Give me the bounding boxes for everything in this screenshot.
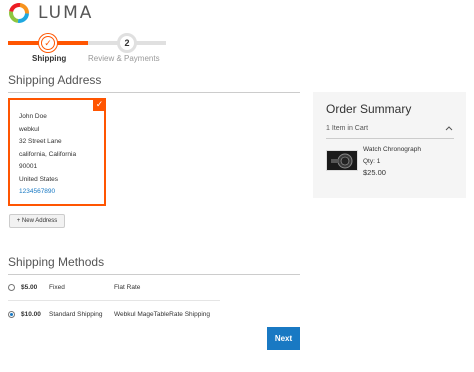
product-name: Watch Chronograph bbox=[363, 146, 421, 153]
order-summary-title: Order Summary bbox=[326, 102, 412, 116]
address-phone-link[interactable]: 1234567890 bbox=[19, 186, 104, 199]
shipping-price: $5.00 bbox=[21, 283, 38, 291]
product-price: $25.00 bbox=[363, 168, 386, 177]
product-image bbox=[326, 150, 358, 171]
checkout-progress: ✓ 2 Shipping Review & Payments bbox=[8, 33, 168, 64]
step-shipping-label: Shipping bbox=[32, 54, 67, 63]
address-country: United States bbox=[19, 175, 59, 183]
step-shipping-marker[interactable]: ✓ bbox=[39, 34, 57, 52]
order-summary-panel: Order Summary 1 Item in Cart Watch Chron… bbox=[313, 92, 466, 198]
checkmark-icon: ✓ bbox=[93, 98, 106, 111]
selected-address-card[interactable]: ✓ John Doe webkul 32 Street Lane califor… bbox=[8, 98, 106, 206]
step-review-marker[interactable]: 2 bbox=[117, 33, 137, 53]
address-postcode: 90001 bbox=[19, 163, 38, 170]
shipping-method-row[interactable]: $5.00 Fixed Flat Rate bbox=[8, 280, 220, 294]
luma-logo-icon bbox=[9, 3, 29, 23]
product-qty: Qty: 1 bbox=[363, 158, 381, 165]
shipping-carrier-name: Flat Rate bbox=[114, 283, 141, 291]
divider bbox=[326, 138, 454, 139]
shipping-method-radio-tablerate[interactable] bbox=[8, 310, 15, 318]
next-button[interactable]: Next bbox=[267, 327, 300, 350]
address-city-region: california, California bbox=[19, 150, 77, 158]
step-review-label[interactable]: Review & Payments bbox=[88, 54, 160, 63]
shipping-method-name: Standard Shipping bbox=[49, 310, 103, 318]
items-in-cart-toggle[interactable]: 1 Item in Cart bbox=[326, 125, 368, 132]
shipping-method-name: Fixed bbox=[49, 283, 65, 291]
chevron-up-icon[interactable] bbox=[445, 124, 453, 133]
shipping-method-radio-flatrate[interactable] bbox=[8, 283, 15, 291]
shipping-address-title: Shipping Address bbox=[8, 73, 102, 87]
brand-name: LUMA bbox=[38, 3, 94, 23]
shipping-price: $10.00 bbox=[21, 310, 41, 318]
checkmark-icon: ✓ bbox=[42, 37, 54, 49]
shipping-carrier-name: Webkul MageTableRate Shipping bbox=[114, 310, 210, 318]
address-street: 32 Street Lane bbox=[19, 138, 62, 145]
brand-logo[interactable]: LUMA bbox=[8, 2, 93, 24]
divider bbox=[8, 300, 220, 301]
address-name: John Doe bbox=[19, 113, 47, 120]
shipping-method-row[interactable]: $10.00 Standard Shipping Webkul MageTabl… bbox=[8, 307, 220, 321]
divider bbox=[8, 274, 300, 275]
shipping-methods-title: Shipping Methods bbox=[8, 255, 105, 269]
new-address-button[interactable]: + New Address bbox=[9, 214, 65, 228]
address-company: webkul bbox=[19, 125, 40, 133]
divider bbox=[8, 92, 300, 93]
